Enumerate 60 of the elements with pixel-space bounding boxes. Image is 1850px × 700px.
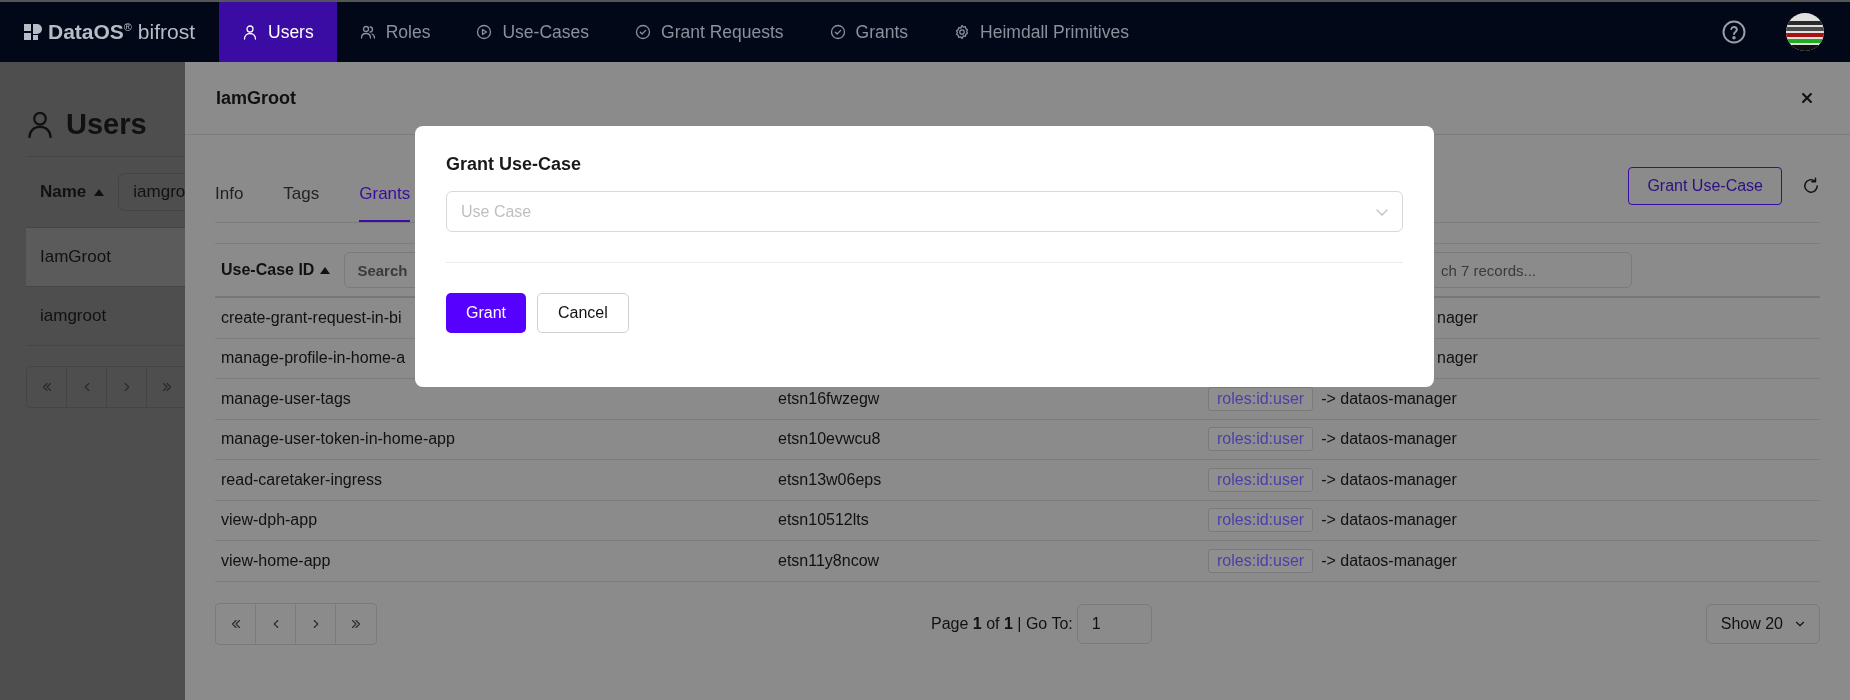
sort-icon [94,188,105,196]
table-cell: etsn16fwzegw [778,389,880,407]
users-icon [359,24,376,40]
role-tag: roles:id:user [1208,386,1314,411]
close-button[interactable] [1800,91,1814,105]
table-cell: -> dataos-manager [1321,430,1457,449]
grant-use-case-button[interactable]: Grant Use-Case [1628,166,1782,205]
table-cell-text: nager [1436,308,1478,327]
table-cell-text: read-caretaker-ingress [220,470,382,489]
refresh-icon [1802,176,1820,195]
tab[interactable]: Info [215,184,244,222]
app-logo-text: DataOS$^{®}$ bifrost [48,20,195,44]
page-size-dropdown[interactable]: Show 20 [1705,603,1820,644]
help-icon [1722,20,1746,44]
dialog-title: Grant Use-Case [446,154,583,176]
cancel-button[interactable]: Cancel [537,293,629,333]
user-icon [26,110,54,138]
table-cell: -> dataos-manager [1321,389,1457,408]
tab[interactable]: Grants [359,184,411,222]
close-icon [1800,91,1814,105]
gear-icon [954,24,971,40]
user-icon [242,24,258,40]
table-cell: etsn11y8ncow [778,551,880,569]
check-circle-icon [829,24,846,40]
table-cell: -> dataos-manager [1321,551,1457,570]
nav-tab[interactable]: Grants [806,2,932,62]
grant-button[interactable]: Grant [446,293,526,333]
tab[interactable]: Tags [283,184,320,222]
page-info: Page 1 of 1 | Go To: [931,614,1073,633]
role-tag: roles:id:user [1208,548,1314,573]
nav-tab[interactable]: Heimdall Primitives [931,2,1152,62]
page-title: Users [66,107,147,141]
table-cell-text: manage-user-token-in-home-app [220,430,455,449]
table-cell-text: nager [1436,349,1478,368]
avatar-icon[interactable] [1786,13,1824,51]
table-cell: -> dataos-manager [1321,470,1457,489]
table-cell-text: manage-user-tags [220,389,351,408]
table-cell: etsn10evwcu8 [778,430,881,448]
table-cell-text: view-home-app [220,551,331,570]
double-chevron-right-icon [160,380,174,394]
table-cell-text: create-grant-request-in-bi [220,308,402,327]
drawer-title: IamGroot [216,87,296,109]
nav-tab[interactable]: Users [219,2,337,62]
nav-tab[interactable]: Roles [336,2,454,62]
sort-icon [320,266,331,274]
check-circle-icon [635,24,651,40]
role-tag: roles:id:user [1208,427,1314,452]
table-cell: -> dataos-manager [1321,511,1457,530]
role-tag: roles:id:user [1208,467,1314,492]
role-tag: roles:id:user [1208,508,1314,533]
nav-tab[interactable]: Use-Cases [453,2,612,62]
go-to-field[interactable]: 1 [1076,603,1152,644]
table-cell-text: manage-profile-in-home-a [220,349,406,368]
play-circle-icon [476,24,493,40]
column-header[interactable]: Use-Case ID [221,261,315,279]
logo-icon [24,24,42,40]
table-cell: etsn10512lts [778,511,869,529]
table-cell-text: view-dph-app [220,511,318,530]
nav-tab[interactable]: Grant Requests [612,2,807,62]
table-cell: etsn13w06eps [778,470,882,488]
